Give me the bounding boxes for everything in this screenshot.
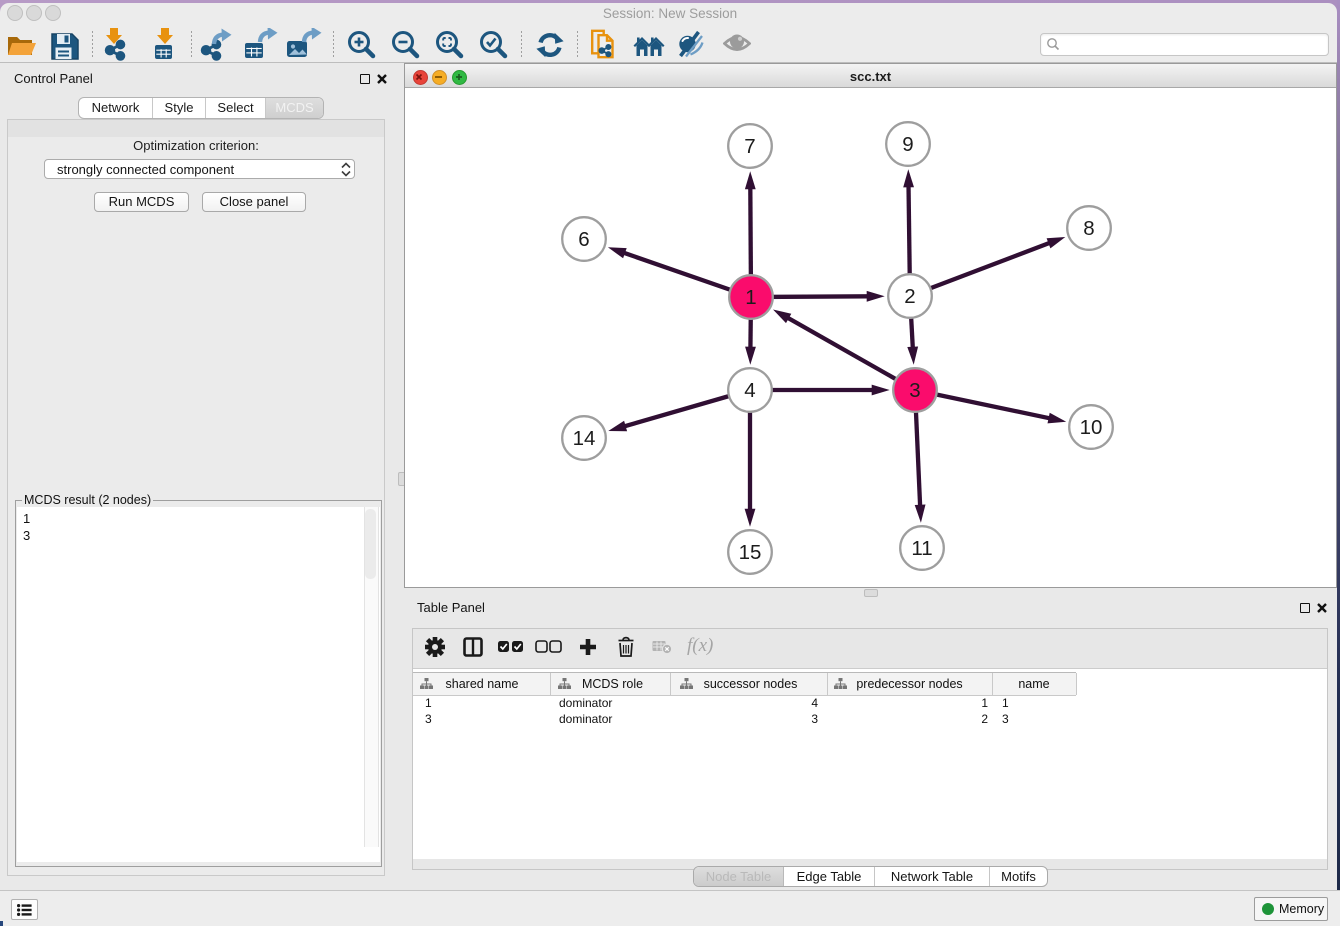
svg-text:10: 10: [1080, 416, 1103, 439]
svg-text:11: 11: [911, 537, 932, 560]
svg-text:14: 14: [573, 427, 596, 450]
svg-text:15: 15: [739, 541, 762, 564]
svg-text:7: 7: [744, 135, 755, 158]
svg-text:1: 1: [745, 286, 756, 309]
svg-text:4: 4: [744, 379, 755, 402]
svg-text:8: 8: [1083, 217, 1094, 240]
svg-text:3: 3: [909, 379, 920, 402]
svg-text:6: 6: [578, 228, 589, 251]
svg-text:9: 9: [902, 133, 913, 156]
svg-text:2: 2: [904, 285, 915, 308]
